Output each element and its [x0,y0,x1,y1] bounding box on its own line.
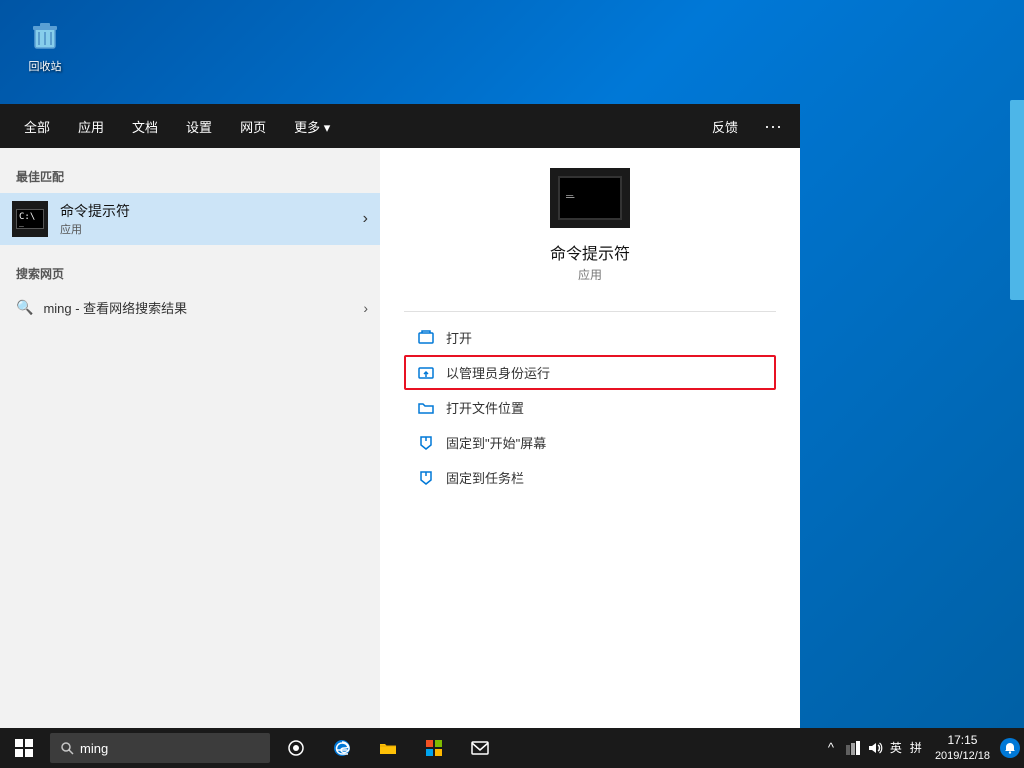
action-open-file-location[interactable]: 打开文件位置 [404,390,776,425]
action-list: 打开 以管理员身份运行 打开文件位置 [404,320,776,495]
recycle-bin-label: 回收站 [29,58,62,74]
action-admin-label: 以管理员身份运行 [446,363,550,382]
pin-start-icon [416,435,436,451]
start-button[interactable] [0,728,48,768]
action-folder-label: 打开文件位置 [446,398,524,417]
tray-time: 17:15 [935,733,990,749]
search-nav-right: 反馈 ··· [702,116,790,137]
cmd-app-type: 应用 [60,221,130,237]
action-open-label: 打开 [446,328,472,347]
taskbar: ^ 英 拼 [0,728,1024,768]
nav-item-all[interactable]: 全部 [10,104,64,148]
cmd-app-name: 命令提示符 [60,201,130,221]
pin-taskbar-icon [416,470,436,486]
store-button[interactable] [412,728,456,768]
divider [404,311,776,312]
taskbar-center-buttons [274,728,502,768]
desktop-icon-recycle-bin[interactable]: 回收站 [10,10,80,78]
search-right-panel: _ 命令提示符 应用 打开 [380,148,800,728]
app-preview-name: 命令提示符 [550,240,630,264]
action-pin-taskbar[interactable]: 固定到任务栏 [404,460,776,495]
web-search-item[interactable]: 🔍 ming - 查看网络搜索结果 › [0,290,380,325]
web-search-arrow-icon: › [363,300,368,316]
cmd-app-icon: C:\ _ [12,201,48,237]
best-match-title: 最佳匹配 [0,164,380,193]
cmd-preview-icon: _ [550,168,630,228]
tray-icons: ^ 英 拼 [821,738,925,758]
more-options-button[interactable]: ··· [756,116,790,137]
action-run-as-admin[interactable]: 以管理员身份运行 [404,355,776,390]
cmd-screen: _ [558,176,622,220]
mail-button[interactable] [458,728,502,768]
search-icon: 🔍 [16,299,33,316]
admin-icon [416,365,436,381]
nav-item-settings[interactable]: 设置 [172,104,226,148]
search-content: 最佳匹配 C:\ _ 命令提示符 应用 › 搜索网页 [0,148,800,728]
system-tray: ^ 英 拼 [821,733,1024,763]
notification-button[interactable] [1000,738,1020,758]
tray-network-icon[interactable] [843,738,863,758]
tray-language[interactable]: 英 [887,739,905,756]
tray-volume-icon[interactable] [865,738,885,758]
tray-date: 2019/12/18 [935,749,990,763]
file-explorer-button[interactable] [366,728,410,768]
taskbar-search-icon [60,741,74,755]
action-pin-taskbar-label: 固定到任务栏 [446,468,524,487]
app-preview-type: 应用 [578,266,602,283]
search-left-panel: 最佳匹配 C:\ _ 命令提示符 应用 › 搜索网页 [0,148,380,728]
task-view-button[interactable] [274,728,318,768]
nav-item-web[interactable]: 网页 [226,104,280,148]
taskbar-search-bar[interactable] [50,733,270,763]
action-pin-start[interactable]: 固定到"开始"屏幕 [404,425,776,460]
open-icon [416,330,436,346]
web-search-text: ming - 查看网络搜索结果 [43,298,187,317]
feedback-button[interactable]: 反馈 [702,117,748,136]
search-nav-bar: 全部 应用 文档 设置 网页 更多 ▾ 反馈 ··· [0,104,800,148]
search-input[interactable] [80,741,240,756]
search-panel: 全部 应用 文档 设置 网页 更多 ▾ 反馈 ··· 最佳匹配 C:\ _ [0,104,800,728]
recycle-bin-icon [25,14,65,54]
desktop: 回收站 MicrosEdge 此电脑 全部 应用 [0,0,1024,768]
cmd-app-info: 命令提示符 应用 [60,201,130,237]
tray-show-hidden[interactable]: ^ [821,738,841,758]
best-match-arrow-icon: › [363,210,368,228]
edge-taskbar-button[interactable] [320,728,364,768]
right-accent-bar [1010,100,1024,300]
nav-item-docs[interactable]: 文档 [118,104,172,148]
web-search-section: 搜索网页 🔍 ming - 查看网络搜索结果 › [0,249,380,325]
app-preview: _ 命令提示符 应用 [550,168,630,283]
folder-icon [416,400,436,416]
tray-clock[interactable]: 17:15 2019/12/18 [929,733,996,763]
action-open[interactable]: 打开 [404,320,776,355]
nav-item-more[interactable]: 更多 ▾ [280,104,344,148]
web-search-title: 搜索网页 [0,261,380,290]
nav-item-apps[interactable]: 应用 [64,104,118,148]
tray-ime[interactable]: 拼 [907,739,925,756]
action-pin-start-label: 固定到"开始"屏幕 [446,433,546,452]
best-match-cmd[interactable]: C:\ _ 命令提示符 应用 › [0,193,380,245]
